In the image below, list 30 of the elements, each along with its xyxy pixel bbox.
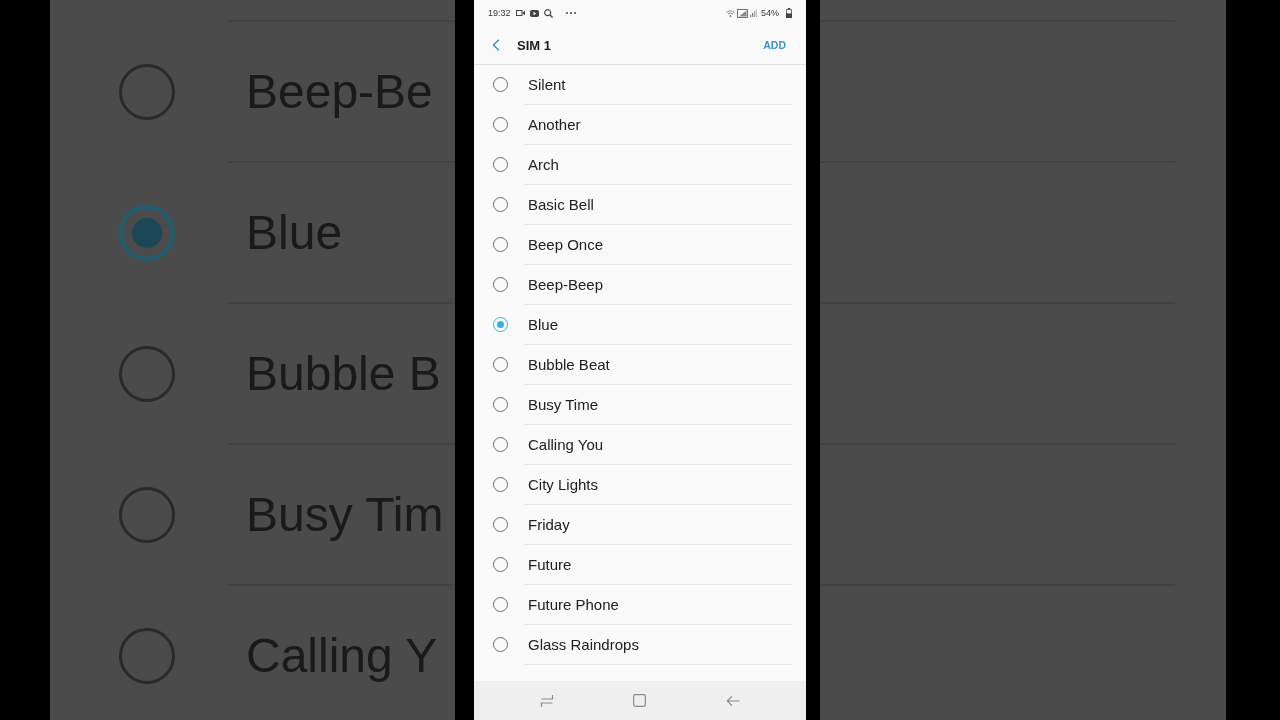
- back-icon[interactable]: [725, 694, 740, 707]
- ringtone-name: Busy Time: [528, 396, 599, 413]
- status-time: 19:32: [488, 8, 511, 18]
- ringtone-name: Another: [528, 116, 581, 133]
- video-play-icon: [529, 9, 539, 17]
- recent-apps-icon[interactable]: [539, 693, 554, 708]
- ringtone-name: Blue: [528, 316, 559, 333]
- add-button[interactable]: ADD: [757, 35, 792, 55]
- video-camera-icon: [515, 10, 525, 16]
- battery-icon: [786, 8, 792, 18]
- search-icon: [543, 8, 553, 18]
- ringtone-name: Friday: [528, 516, 570, 533]
- ringtone-name: Future: [528, 556, 572, 573]
- ringtone-name: City Lights: [528, 476, 599, 493]
- ringtone-name: Beep-Beep: [528, 276, 604, 293]
- ringtone-name: Future Phone: [528, 596, 619, 613]
- ringtone-name: Basic Bell: [528, 196, 594, 213]
- ringtone-name: Calling You: [528, 436, 604, 453]
- signal-icon: [737, 8, 748, 18]
- home-icon[interactable]: [633, 694, 646, 707]
- ringtone-name: Silent: [528, 76, 566, 93]
- ringtone-name: Glass Raindrops: [528, 636, 639, 653]
- signal-bars-icon: [750, 9, 757, 17]
- battery-percentage: 54%: [761, 8, 779, 18]
- back-icon[interactable]: [492, 39, 500, 51]
- ringtone-name: Arch: [528, 156, 559, 173]
- ringtone-name: Bubble Beat: [528, 356, 610, 373]
- wifi-icon: [726, 9, 735, 17]
- ringtone-name: Beep Once: [528, 236, 604, 253]
- screen-title: SIM 1: [517, 37, 551, 53]
